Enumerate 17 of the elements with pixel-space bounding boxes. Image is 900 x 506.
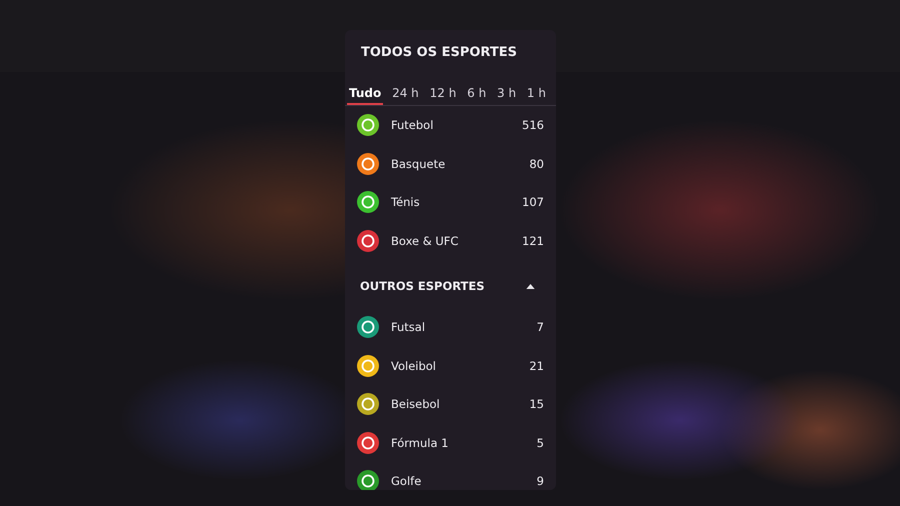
sport-item[interactable]: Golfe 9 <box>345 462 556 490</box>
time-filter-tab[interactable]: 12 h <box>428 83 458 105</box>
sport-item[interactable]: Fórmula 1 5 <box>345 424 556 462</box>
sport-item[interactable]: Boxe & UFC 121 <box>345 222 556 260</box>
sport-item[interactable]: Beisebol 15 <box>345 385 556 424</box>
sport-item[interactable]: Basquete 80 <box>345 144 556 183</box>
section-toggle[interactable]: OUTROS ESPORTES <box>345 260 556 308</box>
time-filter-tab[interactable]: 24 h <box>390 83 421 105</box>
time-filter-tab[interactable]: 3 h <box>495 83 518 105</box>
sport-item[interactable]: Ténis 107 <box>345 183 556 222</box>
sport-item[interactable]: Futsal 7 <box>345 308 556 346</box>
panel-title: TODOS OS ESPORTES <box>360 44 518 62</box>
time-filter-tab[interactable]: 6 h <box>465 83 488 105</box>
time-filter-tab[interactable]: Tudo <box>347 83 384 105</box>
time-filter-tab[interactable]: 1 h <box>524 83 548 105</box>
sport-item[interactable]: Voleibol 21 <box>345 346 556 385</box>
sport-item[interactable]: Futebol 516 <box>345 106 556 144</box>
